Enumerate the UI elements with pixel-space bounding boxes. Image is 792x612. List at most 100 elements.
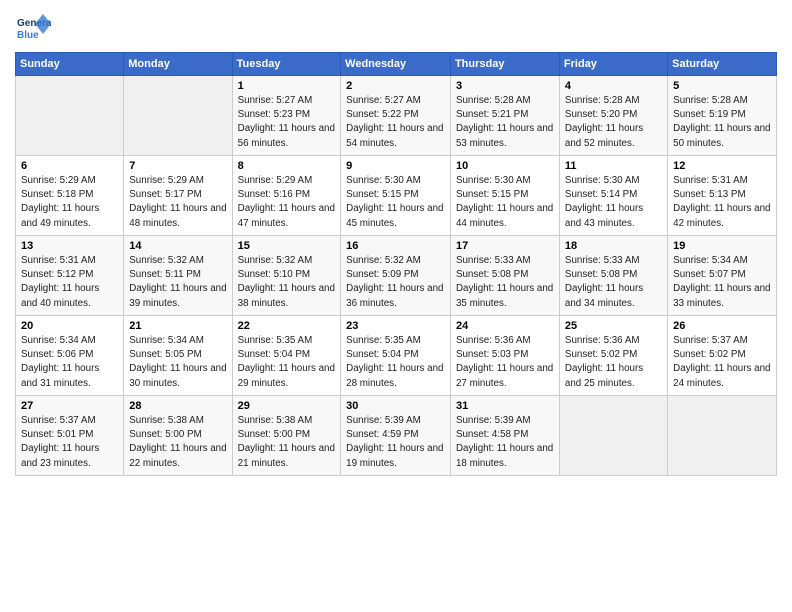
header: General Blue [15, 10, 777, 46]
calendar-week-row: 13Sunrise: 5:31 AM Sunset: 5:12 PM Dayli… [16, 236, 777, 316]
weekday-header-friday: Friday [559, 53, 667, 76]
calendar-week-row: 27 Sunrise: 5:37 AM Sunset: 5:01 PM Dayli… [16, 396, 777, 476]
day-number: 21 [129, 320, 226, 332]
calendar-cell: 3 Sunrise: 5:28 AM Sunset: 5:21 PM Daylig… [450, 76, 559, 156]
day-number: 25 [565, 320, 662, 332]
calendar-cell: 27 Sunrise: 5:37 AM Sunset: 5:01 PM Dayli… [16, 396, 124, 476]
day-number: 6 [21, 160, 118, 172]
calendar-week-row: 6 Sunrise: 5:29 AM Sunset: 5:18 PM Daylig… [16, 156, 777, 236]
day-info: Sunrise: 5:39 AM Sunset: 4:58 PM Dayligh… [456, 414, 554, 471]
day-number: 16 [346, 240, 445, 252]
calendar-cell: 30Sunrise: 5:39 AM Sunset: 4:59 PM Dayli… [341, 396, 451, 476]
day-info: Sunrise: 5:28 AM Sunset: 5:21 PM Dayligh… [456, 94, 554, 151]
calendar-cell: 19Sunrise: 5:34 AM Sunset: 5:07 PM Dayli… [668, 236, 777, 316]
calendar-cell: 17 Sunrise: 5:33 AM Sunset: 5:08 PM Dayli… [450, 236, 559, 316]
calendar-cell: 2 Sunrise: 5:27 AM Sunset: 5:22 PM Daylig… [341, 76, 451, 156]
calendar-cell: 28 Sunrise: 5:38 AM Sunset: 5:00 PM Dayli… [124, 396, 232, 476]
calendar-cell: 22 Sunrise: 5:35 AM Sunset: 5:04 PM Dayli… [232, 316, 341, 396]
calendar-cell: 12 Sunrise: 5:31 AM Sunset: 5:13 PM Dayli… [668, 156, 777, 236]
calendar-cell: 23 Sunrise: 5:35 AM Sunset: 5:04 PM Dayli… [341, 316, 451, 396]
day-number: 11 [565, 160, 662, 172]
calendar-cell [668, 396, 777, 476]
day-number: 18 [565, 240, 662, 252]
day-info: Sunrise: 5:36 AM Sunset: 5:03 PM Dayligh… [456, 334, 554, 391]
day-number: 7 [129, 160, 226, 172]
logo-svg: General Blue [15, 10, 51, 46]
day-info: Sunrise: 5:39 AM Sunset: 4:59 PM Dayligh… [346, 414, 445, 471]
day-info: Sunrise: 5:37 AM Sunset: 5:02 PM Dayligh… [673, 334, 771, 391]
day-info: Sunrise: 5:35 AM Sunset: 5:04 PM Dayligh… [238, 334, 336, 391]
svg-text:Blue: Blue [17, 30, 39, 41]
weekday-header-tuesday: Tuesday [232, 53, 341, 76]
day-info: Sunrise: 5:34 AM Sunset: 5:06 PM Dayligh… [21, 334, 118, 391]
day-info: Sunrise: 5:33 AM Sunset: 5:08 PM Dayligh… [456, 254, 554, 311]
calendar-cell: 10 Sunrise: 5:30 AM Sunset: 5:15 PM Dayli… [450, 156, 559, 236]
day-info: Sunrise: 5:32 AM Sunset: 5:09 PM Dayligh… [346, 254, 445, 311]
day-info: Sunrise: 5:32 AM Sunset: 5:10 PM Dayligh… [238, 254, 336, 311]
day-info: Sunrise: 5:33 AM Sunset: 5:08 PM Dayligh… [565, 254, 662, 311]
day-info: Sunrise: 5:35 AM Sunset: 5:04 PM Dayligh… [346, 334, 445, 391]
day-number: 12 [673, 160, 771, 172]
calendar-cell: 4Sunrise: 5:28 AM Sunset: 5:20 PM Daylig… [559, 76, 667, 156]
calendar-cell: 11 Sunrise: 5:30 AM Sunset: 5:14 PM Dayli… [559, 156, 667, 236]
day-number: 27 [21, 400, 118, 412]
calendar-cell: 6 Sunrise: 5:29 AM Sunset: 5:18 PM Daylig… [16, 156, 124, 236]
weekday-header-saturday: Saturday [668, 53, 777, 76]
day-number: 28 [129, 400, 226, 412]
day-info: Sunrise: 5:37 AM Sunset: 5:01 PM Dayligh… [21, 414, 118, 471]
calendar-cell [559, 396, 667, 476]
day-number: 19 [673, 240, 771, 252]
day-number: 26 [673, 320, 771, 332]
calendar-cell [124, 76, 232, 156]
day-number: 14 [129, 240, 226, 252]
day-number: 13 [21, 240, 118, 252]
day-number: 8 [238, 160, 336, 172]
calendar-cell: 29 Sunrise: 5:38 AM Sunset: 5:00 PM Dayli… [232, 396, 341, 476]
day-number: 31 [456, 400, 554, 412]
calendar-cell: 16 Sunrise: 5:32 AM Sunset: 5:09 PM Dayli… [341, 236, 451, 316]
day-number: 1 [238, 80, 336, 92]
calendar-week-row: 1 Sunrise: 5:27 AM Sunset: 5:23 PM Daylig… [16, 76, 777, 156]
day-info: Sunrise: 5:30 AM Sunset: 5:15 PM Dayligh… [346, 174, 445, 231]
calendar-cell: 8 Sunrise: 5:29 AM Sunset: 5:16 PM Daylig… [232, 156, 341, 236]
calendar-cell: 5Sunrise: 5:28 AM Sunset: 5:19 PM Daylig… [668, 76, 777, 156]
calendar-cell: 24 Sunrise: 5:36 AM Sunset: 5:03 PM Dayli… [450, 316, 559, 396]
day-number: 24 [456, 320, 554, 332]
day-number: 2 [346, 80, 445, 92]
day-number: 3 [456, 80, 554, 92]
day-number: 22 [238, 320, 336, 332]
calendar-cell: 25 Sunrise: 5:36 AM Sunset: 5:02 PM Dayli… [559, 316, 667, 396]
day-number: 17 [456, 240, 554, 252]
day-info: Sunrise: 5:31 AM Sunset: 5:13 PM Dayligh… [673, 174, 771, 231]
calendar-header-row: SundayMondayTuesdayWednesdayThursdayFrid… [16, 53, 777, 76]
page-container: General Blue SundayMondayTuesdayWednesda… [0, 0, 792, 486]
day-number: 29 [238, 400, 336, 412]
day-info: Sunrise: 5:29 AM Sunset: 5:18 PM Dayligh… [21, 174, 118, 231]
calendar-cell [16, 76, 124, 156]
day-info: Sunrise: 5:38 AM Sunset: 5:00 PM Dayligh… [238, 414, 336, 471]
day-info: Sunrise: 5:30 AM Sunset: 5:14 PM Dayligh… [565, 174, 662, 231]
weekday-header-thursday: Thursday [450, 53, 559, 76]
day-info: Sunrise: 5:28 AM Sunset: 5:19 PM Dayligh… [673, 94, 771, 151]
day-info: Sunrise: 5:34 AM Sunset: 5:05 PM Dayligh… [129, 334, 226, 391]
day-info: Sunrise: 5:27 AM Sunset: 5:22 PM Dayligh… [346, 94, 445, 151]
day-number: 20 [21, 320, 118, 332]
weekday-header-wednesday: Wednesday [341, 53, 451, 76]
calendar-cell: 1 Sunrise: 5:27 AM Sunset: 5:23 PM Daylig… [232, 76, 341, 156]
day-info: Sunrise: 5:29 AM Sunset: 5:17 PM Dayligh… [129, 174, 226, 231]
calendar-cell: 18 Sunrise: 5:33 AM Sunset: 5:08 PM Dayli… [559, 236, 667, 316]
day-info: Sunrise: 5:29 AM Sunset: 5:16 PM Dayligh… [238, 174, 336, 231]
calendar-cell: 14Sunrise: 5:32 AM Sunset: 5:11 PM Dayli… [124, 236, 232, 316]
day-info: Sunrise: 5:36 AM Sunset: 5:02 PM Dayligh… [565, 334, 662, 391]
calendar-cell: 31 Sunrise: 5:39 AM Sunset: 4:58 PM Dayli… [450, 396, 559, 476]
weekday-header-sunday: Sunday [16, 53, 124, 76]
calendar-week-row: 20 Sunrise: 5:34 AM Sunset: 5:06 PM Dayli… [16, 316, 777, 396]
calendar-cell: 7 Sunrise: 5:29 AM Sunset: 5:17 PM Daylig… [124, 156, 232, 236]
day-info: Sunrise: 5:27 AM Sunset: 5:23 PM Dayligh… [238, 94, 336, 151]
day-info: Sunrise: 5:38 AM Sunset: 5:00 PM Dayligh… [129, 414, 226, 471]
day-number: 9 [346, 160, 445, 172]
day-number: 23 [346, 320, 445, 332]
day-info: Sunrise: 5:30 AM Sunset: 5:15 PM Dayligh… [456, 174, 554, 231]
day-number: 4 [565, 80, 662, 92]
day-number: 10 [456, 160, 554, 172]
